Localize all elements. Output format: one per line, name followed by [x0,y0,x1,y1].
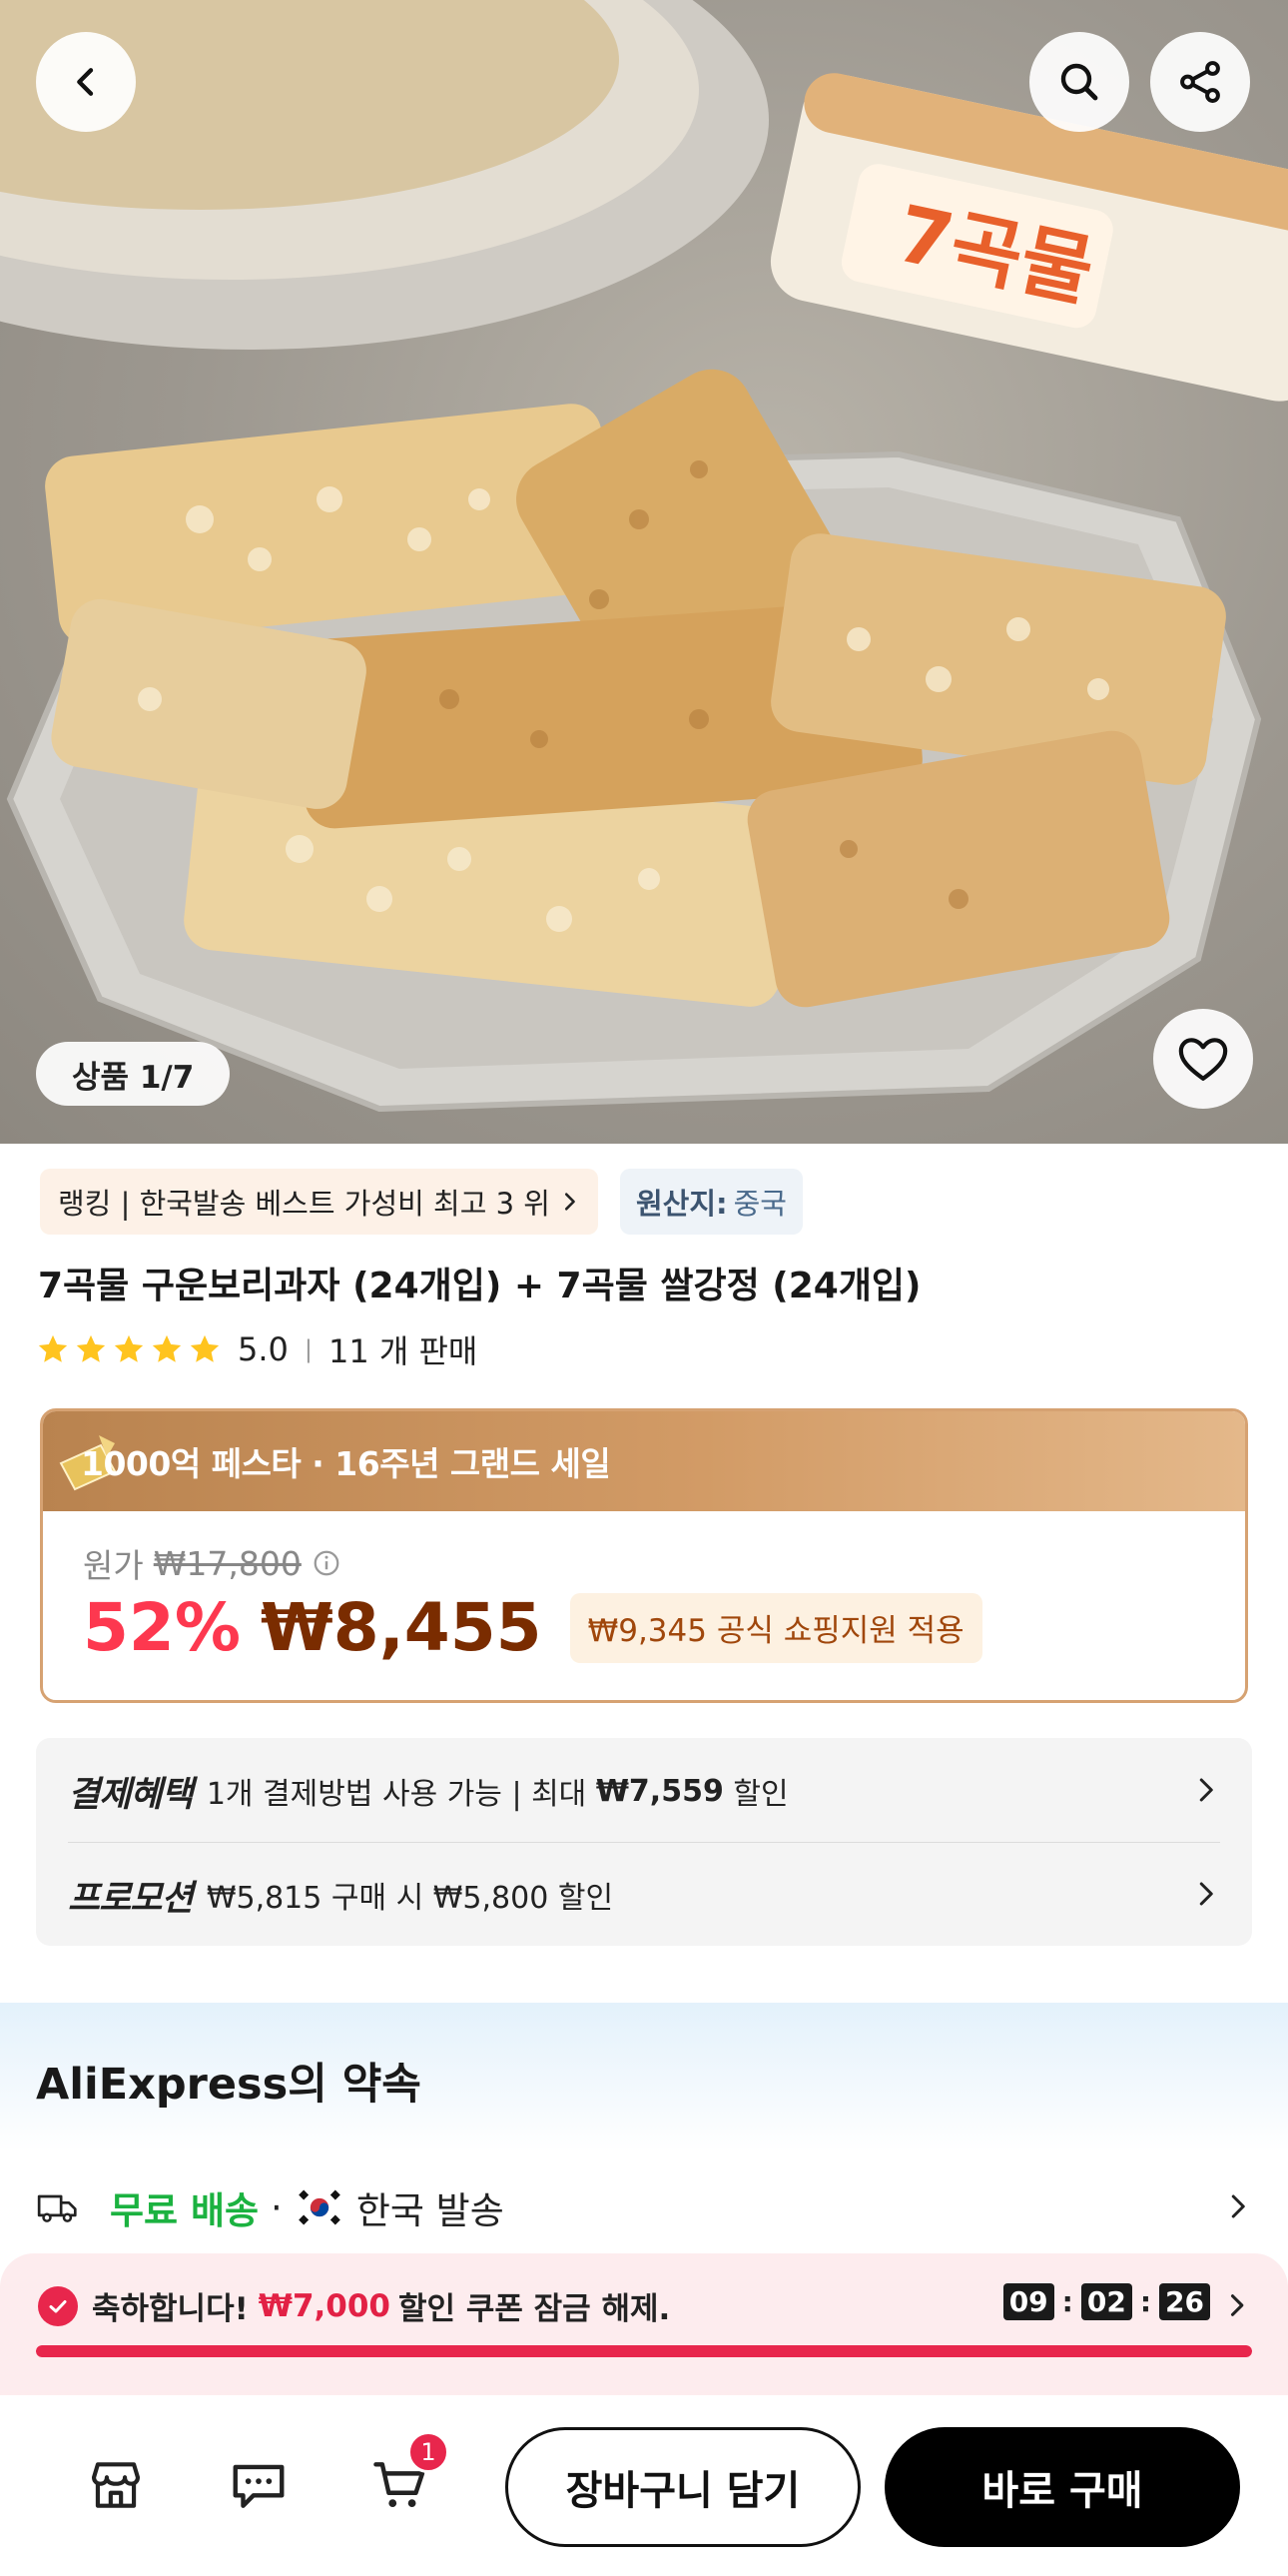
original-price-label: 원가 [83,1546,144,1585]
origin-tag: 원산지: 중국 [619,1169,803,1235]
chevron-right-icon [1230,2294,1244,2316]
promotion-label: 프로모션 [68,1878,194,1919]
buy-now-button[interactable]: 바로 구매 [885,2427,1240,2547]
payment-benefit-suffix: 할인 [723,1777,789,1812]
promise-title: AliExpress의 약속 [36,2060,421,2110]
star-icon [76,1334,106,1362]
info-icon[interactable] [312,1548,341,1578]
chevron-right-icon [1199,1778,1213,1802]
heart-icon [1178,1038,1228,1081]
chat-button[interactable] [224,2450,294,2520]
image-counter: 상품 1/7 [36,1042,231,1106]
rating-separator: | [304,1335,313,1363]
origin-label: 원산지: [635,1187,728,1221]
share-button[interactable] [1150,32,1250,132]
coupon-amount: ₩7,000 [258,2287,390,2324]
origin-value: 중국 [733,1187,787,1221]
timer-seconds: 26 [1159,2283,1210,2320]
countdown-timer: 09 : 02 : 26 [1002,2283,1210,2320]
tag-row: 랭킹 | 한국발송 베스트 가성비 최고 3 위 원산지: 중국 [40,1169,803,1235]
store-button[interactable] [81,2450,151,2520]
korea-flag-icon [294,2187,344,2227]
ranking-tag[interactable]: 랭킹 | 한국발송 베스트 가성비 최고 3 위 [40,1169,598,1235]
product-title: 7곡물 구운보리과자 (24개입) + 7곡물 쌀강정 (24개입) [38,1266,922,1306]
timer-colon: : [1061,2285,1073,2318]
timer-hours: 09 [1002,2283,1054,2320]
coupon-message: 축하합니다! ₩7,000 할인 쿠폰 잠금 해제. [38,2283,670,2328]
payment-benefit-text: 1개 결제방법 사용 가능 | 최대 [206,1777,596,1812]
chevron-right-icon [564,1193,575,1211]
free-shipping-label: 무료 배송 [110,2189,260,2232]
price-card: 1000억 페스타 · 16주년 그랜드 세일 원가 ₩17,800 52% ₩… [40,1408,1248,1703]
coupon-suffix: 할인 쿠폰 잠금 해제. [398,2291,671,2327]
store-icon [91,2462,141,2508]
star-icon [152,1334,182,1362]
share-icon [1180,61,1220,103]
promotion-text: ₩5,815 구매 시 ₩5,800 할인 [206,1881,614,1916]
rating-row[interactable]: 5.0 | 11 개 판매 [36,1326,477,1372]
sale-event-banner[interactable]: 1000억 페스타 · 16주년 그랜드 세일 [43,1411,1245,1511]
chat-icon [233,2464,285,2508]
timer-colon: : [1139,2285,1152,2318]
payment-benefit-row[interactable]: 결제혜택 1개 결제방법 사용 가능 | 최대 ₩7,559 할인 [68,1740,1220,1842]
coupon-prefix: 축하합니다! [92,2291,249,2327]
coupon-progress-fill [36,2345,1252,2357]
discount-percent: 52% [83,1589,241,1666]
original-price-row: 원가 ₩17,800 [83,1539,341,1587]
back-button[interactable] [36,32,136,132]
rating-value: 5.0 [238,1330,289,1368]
shopping-support-badge: ₩9,345 공식 쇼핑지원 적용 [569,1592,982,1663]
star-icon [114,1334,144,1362]
product-photo: 7곡물 [0,0,1288,1113]
chevron-left-icon [77,68,94,96]
sale-price: ₩8,455 [260,1589,542,1666]
divider [68,1842,1220,1843]
star-icon [38,1334,68,1362]
original-price: ₩17,800 [153,1543,302,1583]
sale-event-title: 1000억 페스타 · 16주년 그랜드 세일 [81,1444,611,1483]
cart-count-badge: 1 [407,2431,449,2473]
ship-from-label: 한국 발송 [355,2189,504,2232]
chevron-right-icon [1199,1882,1213,1906]
sold-count: 11 개 판매 [327,1332,478,1370]
payment-benefit-amount: ₩7,559 [595,1773,724,1809]
add-to-cart-button[interactable]: 장바구니 담기 [505,2427,861,2547]
coupon-progress-bar [36,2345,1252,2357]
shipping-row[interactable]: 무료 배송 · 한국 발송 [36,2177,1252,2237]
promotion-row[interactable]: 프로모션 ₩5,815 구매 시 ₩5,800 할인 [68,1844,1220,1946]
search-icon [1060,63,1098,101]
payment-benefit-label: 결제혜택 [68,1774,194,1815]
star-icon [190,1334,220,1362]
coupon-unlock-bar[interactable]: 축하합니다! ₩7,000 할인 쿠폰 잠금 해제. 09 : 02 : 26 [0,2253,1288,2395]
benefits-box: 결제혜택 1개 결제방법 사용 가능 | 최대 ₩7,559 할인 프로모션 ₩… [36,1738,1252,1946]
star-rating [36,1332,222,1366]
product-image-gallery[interactable]: 7곡물 상품 1/7 [0,0,1288,1144]
timer-minutes: 02 [1080,2283,1132,2320]
current-price-row: 52% ₩8,455 ₩9,345 공식 쇼핑지원 적용 [83,1589,982,1666]
truck-icon [37,2194,77,2222]
ranking-tag-label: 랭킹 | 한국발송 베스트 가성비 최고 3 위 [58,1187,550,1221]
check-circle-icon [38,2285,78,2326]
chevron-right-icon [1231,2194,1245,2218]
separator-dot: · [271,2185,283,2229]
search-button[interactable] [1029,32,1129,132]
wishlist-button[interactable] [1153,1009,1253,1109]
